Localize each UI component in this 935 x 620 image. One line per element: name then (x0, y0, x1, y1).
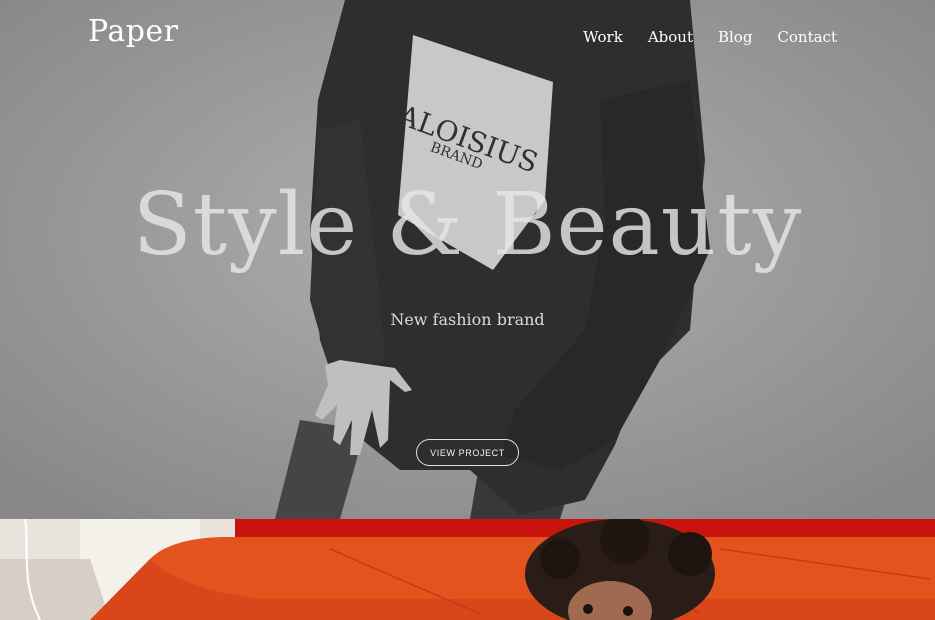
nav-item-contact[interactable]: Contact (777, 28, 837, 46)
hero-headline: Style & Beauty (132, 175, 803, 275)
site-logo[interactable]: Paper (88, 14, 179, 49)
hero-subheadline: New fashion brand (390, 310, 545, 329)
nav-item-about[interactable]: About (648, 28, 693, 46)
hero-section: ALOISIUS BRAND Paper Work About Blog Con… (0, 0, 935, 519)
page: ALOISIUS BRAND Paper Work About Blog Con… (0, 0, 935, 620)
nav-item-blog[interactable]: Blog (718, 28, 752, 46)
second-section (0, 519, 935, 620)
nav-item-work[interactable]: Work (583, 28, 623, 46)
view-project-button[interactable]: VIEW PROJECT (416, 439, 519, 466)
second-section-photo (0, 519, 935, 620)
main-nav: Work About Blog Contact (583, 28, 837, 46)
